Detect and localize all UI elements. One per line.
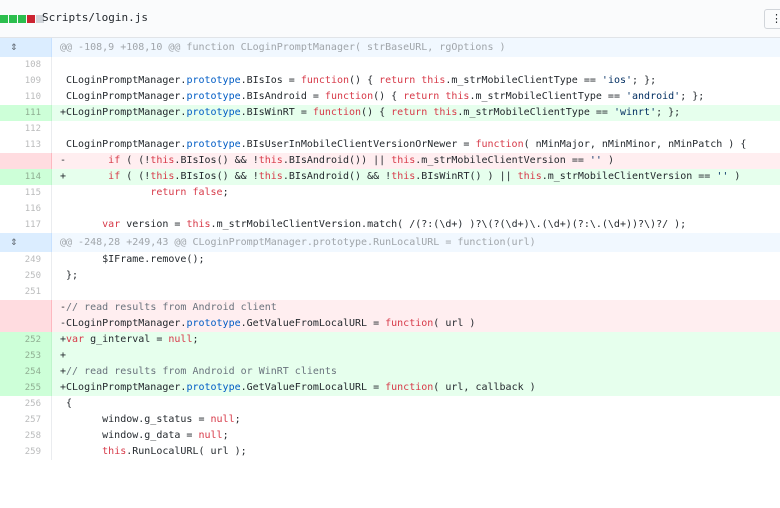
line-number[interactable]: 249	[0, 252, 52, 268]
line-number[interactable]: 113	[0, 137, 52, 153]
code-line: +// read results from Android or WinRT c…	[52, 364, 780, 380]
line-number[interactable]: 111	[0, 105, 52, 121]
line-number[interactable]: 250	[0, 268, 52, 284]
code-line: CLoginPromptManager.prototype.BIsIos = f…	[60, 75, 657, 86]
diff-line: 112	[0, 121, 780, 137]
code-line: CLoginPromptManager.prototype.BIsAndroid…	[60, 91, 705, 102]
diffstat-add	[9, 15, 17, 23]
diff-line-added: 255 +CLoginPromptManager.prototype.GetVa…	[0, 380, 780, 396]
line-number[interactable]	[0, 300, 52, 316]
hunk-text: @@ -108,9 +108,10 @@ function CLoginProm…	[52, 38, 780, 57]
diff-line: 108	[0, 57, 780, 73]
diff-line: 251	[0, 284, 780, 300]
line-number[interactable]: 114	[0, 169, 52, 185]
code-line: window.g_status = null;	[60, 414, 241, 425]
code-line: - if ( (!this.BIsIos() && !this.BIsAndro…	[52, 153, 780, 169]
hunk-header: ⇕ @@ -108,9 +108,10 @@ function CLoginPr…	[0, 38, 780, 57]
diff-line-added: 254 +// read results from Android or Win…	[0, 364, 780, 380]
line-number[interactable]	[0, 153, 52, 169]
diff-line: 117 var version = this.m_strMobileClient…	[0, 217, 780, 233]
line-number[interactable]: 116	[0, 201, 52, 217]
file-header: Scripts/login.js ⋮	[0, 0, 780, 38]
file-name[interactable]: Scripts/login.js	[42, 11, 148, 24]
code-line: -CLoginPromptManager.prototype.GetValueF…	[52, 316, 780, 332]
expand-icon[interactable]: ⇕	[7, 234, 21, 248]
diff-line: 249 $IFrame.remove();	[0, 252, 780, 268]
line-number[interactable]: 252	[0, 332, 52, 348]
diff-line: 109 CLoginPromptManager.prototype.BIsIos…	[0, 73, 780, 89]
diff-line: 259 this.RunLocalURL( url );	[0, 444, 780, 460]
diff-line: 115 return false;	[0, 185, 780, 201]
code-line: {	[60, 398, 73, 409]
line-number[interactable]: 112	[0, 121, 52, 137]
code-line: CLoginPromptManager.prototype.BIsUserInM…	[60, 139, 747, 150]
diff-line-added: 252 +var g_interval = null;	[0, 332, 780, 348]
diff-line-added: 111 +CLoginPromptManager.prototype.BIsWi…	[0, 105, 780, 121]
diff-line: 116	[0, 201, 780, 217]
line-number[interactable]	[0, 316, 52, 332]
line-number[interactable]: 110	[0, 89, 52, 105]
diff-line: 250 };	[0, 268, 780, 284]
diff-line-deleted: -// read results from Android client	[0, 300, 780, 316]
diffstat	[0, 15, 45, 23]
expand-gutter[interactable]: ⇕	[0, 38, 52, 57]
line-number[interactable]: 258	[0, 428, 52, 444]
diff-line-added: 114 + if ( (!this.BIsIos() && !this.BIsA…	[0, 169, 780, 185]
expand-gutter[interactable]: ⇕	[0, 233, 52, 252]
code-line: window.g_data = null;	[60, 430, 229, 441]
code-line: +CLoginPromptManager.prototype.GetValueF…	[52, 380, 780, 396]
diff-table: ⇕ @@ -108,9 +108,10 @@ function CLoginPr…	[0, 38, 780, 460]
view-options-button[interactable]: ⋮	[764, 9, 780, 29]
diff-line: 257 window.g_status = null;	[0, 412, 780, 428]
code-line: + if ( (!this.BIsIos() && !this.BIsAndro…	[52, 169, 780, 185]
diff-line-added: 253 +	[0, 348, 780, 364]
code-line: $IFrame.remove();	[60, 254, 205, 265]
diffstat-add	[0, 15, 8, 23]
line-number[interactable]: 109	[0, 73, 52, 89]
diffstat-add	[18, 15, 26, 23]
hunk-text: @@ -248,28 +249,43 @@ CLoginPromptManage…	[52, 233, 780, 252]
code-line: +CLoginPromptManager.prototype.BIsWinRT …	[52, 105, 780, 121]
code-line: var version = this.m_strMobileClientVers…	[102, 219, 687, 230]
line-number[interactable]: 115	[0, 185, 52, 201]
diff-line-deleted: - if ( (!this.BIsIos() && !this.BIsAndro…	[0, 153, 780, 169]
code-line: };	[60, 270, 79, 281]
line-number[interactable]: 251	[0, 284, 52, 300]
line-number[interactable]: 108	[0, 57, 52, 73]
line-number[interactable]: 253	[0, 348, 52, 364]
diff-line: 256 {	[0, 396, 780, 412]
code-line: +	[52, 348, 780, 364]
diff-line: 113 CLoginPromptManager.prototype.BIsUse…	[0, 137, 780, 153]
diff-line: 110 CLoginPromptManager.prototype.BIsAnd…	[0, 89, 780, 105]
line-number[interactable]: 257	[0, 412, 52, 428]
expand-icon[interactable]: ⇕	[7, 39, 21, 53]
code-line: +var g_interval = null;	[52, 332, 780, 348]
diff-line-deleted: -CLoginPromptManager.prototype.GetValueF…	[0, 316, 780, 332]
line-number[interactable]: 117	[0, 217, 52, 233]
diff-line: 258 window.g_data = null;	[0, 428, 780, 444]
hunk-header: ⇕ @@ -248,28 +249,43 @@ CLoginPromptMana…	[0, 233, 780, 252]
code-line: this.RunLocalURL( url );	[102, 446, 247, 457]
diffstat-delete	[27, 15, 35, 23]
code-line: return false;	[150, 187, 229, 198]
line-number[interactable]: 256	[0, 396, 52, 412]
line-number[interactable]: 259	[0, 444, 52, 460]
line-number[interactable]: 254	[0, 364, 52, 380]
line-number[interactable]: 255	[0, 380, 52, 396]
code-line: -// read results from Android client	[52, 300, 780, 316]
